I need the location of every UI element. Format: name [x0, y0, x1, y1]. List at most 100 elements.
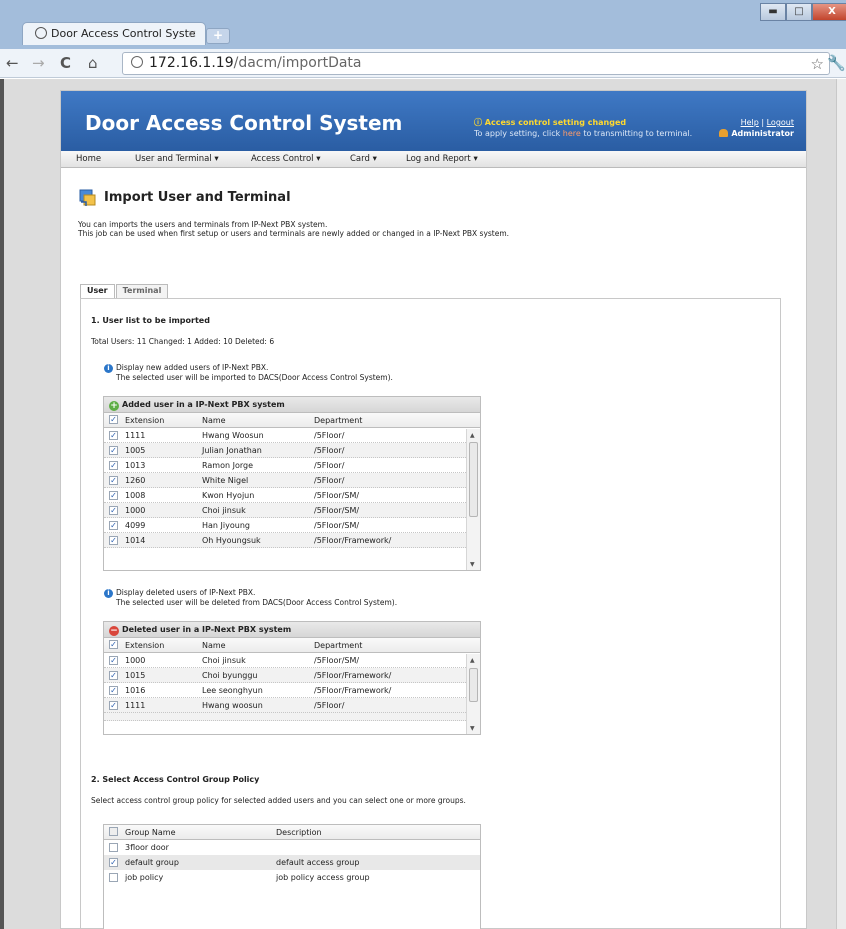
close-tab-icon[interactable]: × [188, 27, 197, 40]
table-row[interactable]: ✓ 1016 Lee seonghyun/5Floor/Framework/ [104, 683, 480, 698]
group-policy-description: Select access control group policy for s… [91, 796, 466, 805]
browser-tab[interactable]: Door Access Control Syste × [22, 22, 206, 45]
cell-name: Julian Jonathan [202, 446, 262, 455]
row-checkbox[interactable]: ✓ [109, 461, 118, 470]
cell-name: Oh Hyoungsuk [202, 536, 261, 545]
row-checkbox[interactable]: ✓ [109, 521, 118, 530]
deleted-users-grid: − Deleted user in a IP-Next PBX system ✓ … [103, 621, 481, 735]
added-grid-columns: ✓ Extension Name Department [104, 413, 480, 428]
user-icon [719, 129, 729, 137]
table-row[interactable]: ✓ 1111 Hwang woosun/5Floor/ [104, 698, 480, 713]
scroll-thumb[interactable] [469, 668, 478, 702]
row-checkbox[interactable]: ✓ [109, 701, 118, 710]
address-bar[interactable]: 172.16.1.19/dacm/importData [122, 52, 830, 75]
row-checkbox[interactable]: ✓ [109, 656, 118, 665]
row-checkbox[interactable]: ✓ [109, 506, 118, 515]
cell-department: /5Floor/Framework/ [314, 536, 392, 545]
table-row[interactable]: ✓ 1008 Kwon Hyojun/5Floor/SM/ [104, 488, 480, 503]
new-tab-button[interactable]: + [206, 28, 230, 44]
col-name[interactable]: Name [202, 416, 226, 425]
main-menu: Home User and Terminal ▾ Access Control … [61, 151, 806, 168]
url-path: /dacm/importData [233, 55, 362, 71]
table-row[interactable]: ✓ 1005 Julian Jonathan/5Floor/ [104, 443, 480, 458]
cell-extension: 1016 [125, 686, 146, 695]
table-row[interactable]: ✓ 1013 Ramon Jorge/5Floor/ [104, 458, 480, 473]
table-row[interactable]: ✓ 4099 Han Jiyoung/5Floor/SM/ [104, 518, 480, 533]
group-grid-columns: Group Name Description [104, 825, 480, 840]
reload-icon[interactable]: C [60, 53, 71, 73]
select-all-checkbox[interactable]: ✓ [109, 640, 118, 649]
col-extension[interactable]: Extension [125, 416, 164, 425]
select-all-checkbox[interactable]: ✓ [109, 415, 118, 424]
menu-log-and-report[interactable]: Log and Report ▾ [406, 154, 478, 164]
cell-group-name: job policy [125, 873, 164, 882]
table-row[interactable]: ✓ 1260 White Nigel/5Floor/ [104, 473, 480, 488]
row-checkbox[interactable]: ✓ [109, 491, 118, 500]
scroll-up-icon[interactable]: ▲ [470, 432, 475, 439]
section-user-list-heading: 1. User list to be imported [91, 316, 210, 325]
col-extension[interactable]: Extension [125, 641, 164, 650]
add-icon: + [109, 401, 119, 411]
table-row-partial [104, 713, 480, 721]
info-icon: i [104, 364, 113, 373]
home-icon[interactable]: ⌂ [88, 53, 98, 73]
scroll-down-icon[interactable]: ▼ [470, 725, 475, 732]
row-checkbox[interactable]: ✓ [109, 686, 118, 695]
added-grid-scrollbar[interactable]: ▲ ▼ [466, 429, 480, 570]
window-controls: ▬ □ X [760, 3, 846, 21]
scroll-up-icon[interactable]: ▲ [470, 657, 475, 664]
scroll-thumb[interactable] [469, 442, 478, 517]
group-checkbox[interactable]: ✓ [109, 843, 118, 852]
cell-department: /5Floor/SM/ [314, 491, 360, 500]
table-row[interactable]: ✓ 1014 Oh Hyoungsuk/5Floor/Framework/ [104, 533, 480, 548]
page-info-icon[interactable] [131, 56, 143, 68]
cell-extension: 1111 [125, 701, 146, 710]
tab-user[interactable]: User [80, 284, 115, 298]
group-row[interactable]: ✓ default group default access group [104, 855, 480, 870]
select-all-checkbox[interactable] [109, 827, 118, 836]
col-department[interactable]: Department [314, 416, 362, 425]
bookmark-star-icon[interactable]: ☆ [811, 55, 824, 73]
cell-group-name: default group [125, 858, 179, 867]
group-row[interactable]: ✓ job policy job policy access group [104, 870, 480, 885]
menu-card[interactable]: Card ▾ [350, 154, 377, 164]
row-checkbox[interactable]: ✓ [109, 431, 118, 440]
group-checkbox[interactable]: ✓ [109, 858, 118, 867]
col-group-name[interactable]: Group Name [125, 828, 176, 837]
logout-link[interactable]: Logout [767, 118, 794, 127]
cell-name: Choi jinsuk [202, 506, 246, 515]
maximize-button[interactable]: □ [786, 3, 812, 21]
forward-icon[interactable]: → [32, 53, 45, 73]
wrench-icon[interactable]: 🔧 [827, 54, 846, 72]
menu-access-control[interactable]: Access Control ▾ [251, 154, 321, 164]
menu-user-and-terminal[interactable]: User and Terminal ▾ [135, 154, 219, 164]
help-link[interactable]: Help [741, 118, 759, 127]
menu-home[interactable]: Home [76, 154, 101, 164]
group-row[interactable]: ✓ 3floor door [104, 840, 480, 855]
group-checkbox[interactable]: ✓ [109, 873, 118, 882]
deleted-grid-scrollbar[interactable]: ▲ ▼ [466, 654, 480, 734]
cell-extension: 1013 [125, 461, 146, 470]
col-name[interactable]: Name [202, 641, 226, 650]
scroll-down-icon[interactable]: ▼ [470, 561, 475, 568]
row-checkbox[interactable]: ✓ [109, 476, 118, 485]
col-department[interactable]: Department [314, 641, 362, 650]
table-row[interactable]: ✓ 1000 Choi jinsuk/5Floor/SM/ [104, 503, 480, 518]
tab-terminal[interactable]: Terminal [115, 284, 169, 298]
table-row[interactable]: ✓ 1015 Choi byunggu/5Floor/Framework/ [104, 668, 480, 683]
cell-extension: 1111 [125, 431, 146, 440]
notice-text-end: to transmitting to terminal. [580, 129, 693, 138]
row-checkbox[interactable]: ✓ [109, 446, 118, 455]
close-window-button[interactable]: X [812, 3, 846, 21]
table-row[interactable]: ✓ 1000 Choi jinsuk/5Floor/SM/ [104, 653, 480, 668]
back-icon[interactable]: ← [6, 53, 19, 73]
browser-toolbar: ← → C ⌂ 172.16.1.19/dacm/importData ☆ 🔧 [0, 49, 846, 78]
apply-here-link[interactable]: here [563, 129, 581, 138]
col-description[interactable]: Description [276, 828, 322, 837]
minimize-button[interactable]: ▬ [760, 3, 786, 21]
cell-group-description: job policy access group [276, 873, 370, 882]
page-scrollbar[interactable] [836, 79, 846, 929]
row-checkbox[interactable]: ✓ [109, 536, 118, 545]
table-row[interactable]: ✓ 1111 Hwang Woosun/5Floor/ [104, 428, 480, 443]
row-checkbox[interactable]: ✓ [109, 671, 118, 680]
